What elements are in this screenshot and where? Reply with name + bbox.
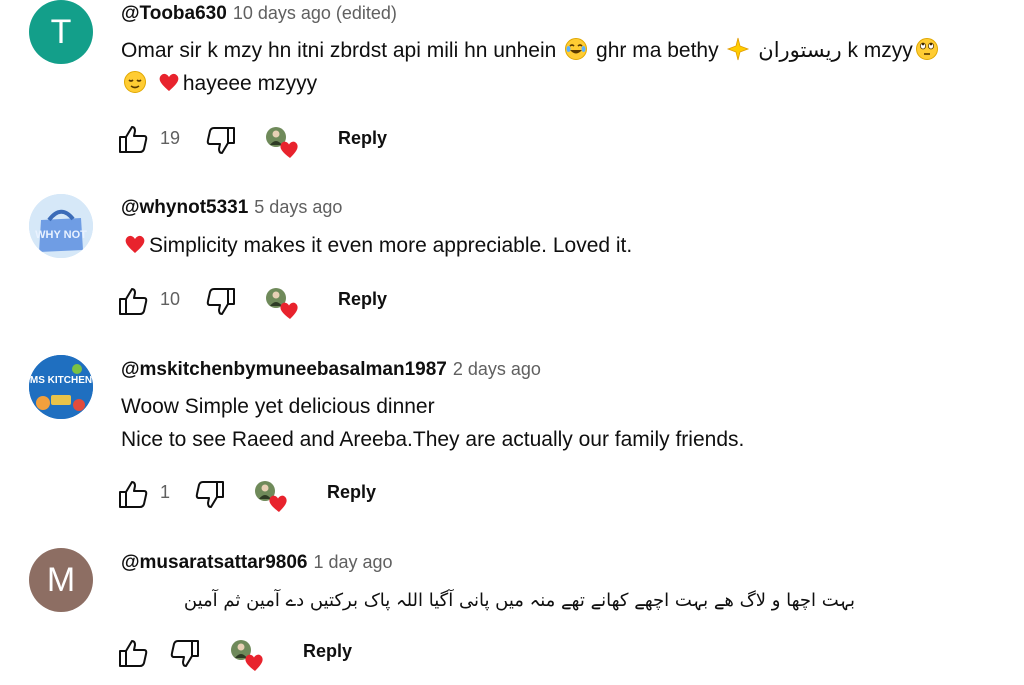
- comment-line: Woow Simple yet delicious dinner: [121, 395, 435, 418]
- avatar[interactable]: T: [29, 0, 93, 64]
- creator-heart-icon: [264, 125, 300, 159]
- comment-text: بہت اچھا و لاگ ھے بہت اچھے کھانے تھے منہ…: [121, 584, 855, 617]
- reply-button[interactable]: Reply: [327, 479, 376, 505]
- comment-text-segment: ریستوران: [758, 38, 842, 62]
- creator-heart-icon: [253, 479, 289, 513]
- thumbs-up-icon[interactable]: [117, 285, 149, 322]
- red-heart-emoji: [123, 232, 147, 266]
- thumbs-up-icon[interactable]: [117, 637, 149, 674]
- comment-text-segment: k mzyy: [847, 39, 913, 62]
- like-count: 10: [160, 289, 181, 309]
- avatar[interactable]: WHY NOT: [29, 194, 93, 258]
- avatar-image: MS KITCHEN: [29, 355, 93, 419]
- comment-actions: 19 Reply: [0, 120, 1024, 160]
- timestamp[interactable]: 2 days ago: [453, 359, 541, 379]
- avatar[interactable]: MS KITCHEN: [29, 355, 93, 419]
- thumbs-down-icon[interactable]: [205, 125, 237, 162]
- avatar[interactable]: M: [29, 548, 93, 612]
- comment-text-segment: ghr ma bethy: [596, 39, 719, 62]
- sparkle-emoji: [726, 37, 750, 71]
- comment-text: Simplicity makes it even more appreciabl…: [121, 229, 632, 262]
- comment-text: Omar sir k mzy hn itni zbrdst api mili h…: [121, 34, 941, 100]
- thumbs-up-icon[interactable]: [117, 478, 149, 515]
- comment-text-segment: hayeee mzyyy: [182, 72, 318, 95]
- avatar-letter: M: [46, 560, 76, 599]
- comment-header: @musaratsattar9806 1 day ago: [121, 549, 393, 575]
- creator-heart-icon: [264, 286, 300, 320]
- comment-actions: 10 Reply: [0, 282, 1024, 322]
- reply-button[interactable]: Reply: [338, 286, 387, 312]
- comment-text: Woow Simple yet delicious dinner Nice to…: [121, 390, 744, 456]
- thumbs-down-icon[interactable]: [205, 286, 237, 323]
- thumbs-down-icon[interactable]: [194, 479, 226, 516]
- laugh-emoji: [564, 37, 588, 71]
- eye-roll-emoji: [915, 37, 939, 71]
- comment-text-segment: Simplicity makes it even more appreciabl…: [149, 234, 633, 257]
- red-heart-emoji: [157, 70, 181, 104]
- author-handle[interactable]: @Tooba630: [121, 3, 227, 24]
- like-count: 1: [160, 482, 171, 502]
- comment-header: @Tooba630 10 days ago (edited): [121, 0, 397, 26]
- comment-header: @mskitchenbymuneebasalman1987 2 days ago: [121, 356, 541, 382]
- avatar-letter: T: [50, 12, 72, 51]
- timestamp[interactable]: 1 day ago: [313, 552, 392, 572]
- timestamp[interactable]: 5 days ago: [254, 197, 342, 217]
- author-handle[interactable]: @mskitchenbymuneebasalman1987: [121, 359, 447, 380]
- comment-actions: 1 Reply: [0, 475, 1024, 515]
- reply-button[interactable]: Reply: [338, 125, 387, 151]
- relieved-emoji: [123, 70, 147, 104]
- thumbs-up-icon[interactable]: [117, 123, 149, 160]
- comment-line: Nice to see Raeed and Areeba.They are ac…: [121, 428, 745, 451]
- creator-heart-icon: [229, 638, 265, 672]
- reply-button[interactable]: Reply: [303, 638, 352, 664]
- comment-text-segment: Omar sir k mzy hn itni zbrdst api mili h…: [121, 39, 557, 62]
- comment-line: بہت اچھا و لاگ ھے بہت اچھے کھانے تھے منہ…: [183, 590, 855, 611]
- avatar-logo-text: WHY NOT: [35, 229, 87, 241]
- timestamp[interactable]: 10 days ago (edited): [233, 3, 397, 23]
- comment-thread: T @Tooba630 10 days ago (edited) Omar sir…: [0, 0, 1024, 685]
- like-count: 19: [160, 128, 181, 148]
- comment-actions: Reply: [0, 634, 1024, 674]
- avatar-image: WHY NOT: [29, 194, 93, 258]
- author-handle[interactable]: @musaratsattar9806: [121, 552, 307, 573]
- author-handle[interactable]: @whynot5331: [121, 197, 248, 218]
- avatar-logo-text: MS KITCHEN: [30, 375, 92, 386]
- comment-header: @whynot5331 5 days ago: [121, 194, 342, 220]
- thumbs-down-icon[interactable]: [169, 638, 201, 675]
